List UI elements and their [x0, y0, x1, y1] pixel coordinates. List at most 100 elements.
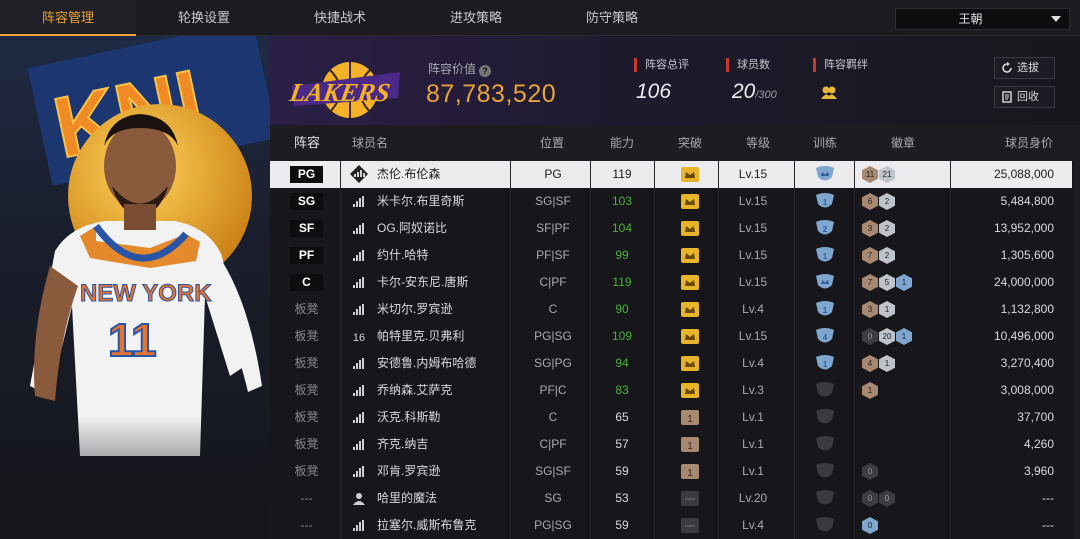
table-row[interactable]: SG 米卡尔.布里奇斯 SG|SF 103 Lv.15 1 6 2 5,484,800 — [270, 188, 1072, 215]
breakthrough-crown-icon[interactable] — [681, 302, 699, 317]
training-shield-icon[interactable]: 4 — [815, 327, 835, 346]
training-shield-icon[interactable]: 1 — [815, 246, 835, 265]
table-row[interactable]: C 卡尔-安东尼.唐斯 C|PF 119 Lv.15 7 5 1 24,000,000 — [270, 269, 1072, 296]
select-button[interactable]: 选拔 — [994, 57, 1055, 79]
player-name[interactable]: 沃克.科斯勒 — [377, 404, 440, 431]
team-select-dropdown[interactable]: 王朝 — [895, 8, 1070, 30]
breakthrough-crown-icon[interactable] — [681, 329, 699, 344]
table-row[interactable]: 板凳 16 帕特里克.贝弗利 PG|SG 109 Lv.15 4 0 20 1 10,496,000 — [270, 323, 1072, 350]
breakthrough-crown-icon[interactable] — [681, 167, 699, 182]
lineup-slot-badge[interactable]: C — [290, 274, 323, 291]
table-row[interactable]: 板凳 米切尔.罗宾逊 C 90 Lv.4 1 3 1 1,132,800 — [270, 296, 1072, 323]
table-row[interactable]: --- 拉塞尔.威斯布鲁克 PG|SG 59 Lv.4 0 --- — [270, 512, 1072, 539]
tab-defense-strategy[interactable]: 防守策略 — [544, 0, 680, 36]
badge-group[interactable]: 00 — [862, 490, 895, 507]
training-shield-icon[interactable]: 1 — [815, 192, 835, 211]
col-ability[interactable]: 能力 — [610, 125, 634, 161]
player-name[interactable]: 安德鲁.内姆布哈德 — [377, 350, 476, 377]
badge-icon: 0 — [862, 328, 878, 345]
training-shield-icon[interactable] — [815, 408, 835, 427]
lineup-slot-badge[interactable]: SG — [290, 193, 323, 210]
col-level[interactable]: 等级 — [746, 125, 770, 161]
training-shield-icon[interactable] — [815, 435, 835, 454]
training-shield-icon[interactable] — [815, 273, 835, 292]
breakthrough-level-icon[interactable]: 1 — [681, 437, 699, 452]
breakthrough-crown-icon[interactable] — [681, 275, 699, 290]
training-shield-icon[interactable]: 1 — [815, 354, 835, 373]
player-name[interactable]: 米切尔.罗宾逊 — [377, 296, 452, 323]
lineup-slot-badge[interactable]: SF — [290, 220, 323, 237]
col-player-value[interactable]: 球员身价 — [1005, 125, 1053, 161]
breakthrough-crown-icon[interactable] — [681, 383, 699, 398]
player-name[interactable]: 帕特里克.贝弗利 — [377, 323, 464, 350]
lineup-slot-label[interactable]: 板凳 — [290, 431, 323, 458]
player-name[interactable]: OG.阿奴诺比 — [377, 215, 447, 242]
table-row[interactable]: 板凳 安德鲁.内姆布哈德 SG|PG 94 Lv.4 1 4 1 3,270,400 — [270, 350, 1072, 377]
training-shield-icon[interactable] — [815, 489, 835, 508]
player-name[interactable]: 约什.哈特 — [377, 242, 428, 269]
player-name[interactable]: 邓肯.罗宾逊 — [377, 458, 440, 485]
training-shield-icon[interactable] — [815, 381, 835, 400]
table-row[interactable]: 板凳 邓肯.罗宾逊 SG|SF 59 1 Lv.1 0 3,960 — [270, 458, 1072, 485]
lineup-slot-label[interactable]: 板凳 — [290, 350, 323, 377]
col-breakthrough[interactable]: 突破 — [678, 125, 702, 161]
badge-group[interactable]: 62 — [862, 193, 895, 210]
badge-group[interactable]: 1 — [862, 382, 878, 399]
player-name[interactable]: 拉塞尔.威斯布鲁克 — [377, 512, 476, 539]
player-name[interactable]: 乔纳森.艾萨克 — [377, 377, 452, 404]
lineup-slot-label[interactable]: 板凳 — [290, 296, 323, 323]
badge-group[interactable]: 11 21 — [862, 166, 895, 183]
badge-group[interactable]: 751 — [862, 274, 912, 291]
tab-offense-strategy[interactable]: 进攻策略 — [408, 0, 544, 36]
tab-quick-tactics[interactable]: 快捷战术 — [272, 0, 408, 36]
tab-rotation-settings[interactable]: 轮换设置 — [136, 0, 272, 36]
badge-group[interactable]: 72 — [862, 247, 895, 264]
table-scrollbar[interactable] — [1074, 161, 1080, 539]
table-row[interactable]: 板凳 齐克.纳吉 C|PF 57 1 Lv.1 4,260 — [270, 431, 1072, 458]
training-shield-icon[interactable]: 1 — [815, 300, 835, 319]
breakthrough-crown-icon[interactable] — [681, 194, 699, 209]
breakthrough-locked-icon[interactable] — [681, 491, 699, 506]
lineup-slot-badge[interactable]: PG — [290, 166, 323, 183]
breakthrough-crown-icon[interactable] — [681, 356, 699, 371]
training-shield-icon[interactable] — [815, 165, 835, 184]
badge-group[interactable]: 32 — [862, 220, 895, 237]
training-shield-icon[interactable] — [815, 462, 835, 481]
col-training[interactable]: 训练 — [813, 125, 837, 161]
tab-lineup-management[interactable]: 阵容管理 — [0, 0, 136, 36]
lineup-slot-label[interactable]: 板凳 — [290, 377, 323, 404]
player-name[interactable]: 哈里的魔法 — [377, 485, 437, 512]
lineup-slot-label[interactable]: 板凳 — [290, 404, 323, 431]
lineup-slot-label[interactable]: --- — [290, 485, 323, 512]
table-row[interactable]: --- 哈里的魔法 SG 53 Lv.20 0 0 --- — [270, 485, 1072, 512]
lineup-slot-badge[interactable]: PF — [290, 247, 323, 264]
player-name[interactable]: 杰伦.布伦森 — [377, 161, 440, 188]
breakthrough-level-icon[interactable]: 1 — [681, 410, 699, 425]
breakthrough-crown-icon[interactable] — [681, 221, 699, 236]
table-row[interactable]: SF OG.阿奴诺比 SF|PF 104 Lv.15 2 3 2 13,952,000 — [270, 215, 1072, 242]
breakthrough-locked-icon[interactable] — [681, 518, 699, 533]
training-shield-icon[interactable] — [815, 516, 835, 535]
breakthrough-level-icon[interactable]: 1 — [681, 464, 699, 479]
breakthrough-crown-icon[interactable] — [681, 248, 699, 263]
help-icon[interactable]: ? — [479, 65, 492, 77]
badge-group[interactable]: 0 20 1 — [862, 328, 912, 345]
lineup-bond-icon[interactable] — [820, 84, 838, 102]
badge-group[interactable]: 0 — [862, 463, 878, 480]
lineup-slot-label[interactable]: 板凳 — [290, 458, 323, 485]
recycle-button[interactable]: 回收 — [994, 86, 1055, 108]
lineup-slot-label[interactable]: --- — [290, 512, 323, 539]
table-row[interactable]: 板凳 乔纳森.艾萨克 PF|C 83 Lv.3 1 3,008,000 — [270, 377, 1072, 404]
player-name[interactable]: 米卡尔.布里奇斯 — [377, 188, 464, 215]
table-row[interactable]: 板凳 沃克.科斯勒 C 65 1 Lv.1 37,700 — [270, 404, 1072, 431]
col-badges[interactable]: 徽章 — [891, 125, 915, 161]
training-shield-icon[interactable]: 2 — [815, 219, 835, 238]
table-row[interactable]: PG 杰伦.布伦森 PG 119 Lv.15 11 21 25,088,000 — [270, 161, 1072, 188]
table-row[interactable]: PF 约什.哈特 PF|SF 99 Lv.15 1 7 2 1,305,600 — [270, 242, 1072, 269]
badge-group[interactable]: 41 — [862, 355, 895, 372]
player-name[interactable]: 齐克.纳吉 — [377, 431, 428, 458]
lineup-slot-label[interactable]: 板凳 — [290, 323, 323, 350]
player-name[interactable]: 卡尔-安东尼.唐斯 — [377, 269, 468, 296]
badge-group[interactable]: 0 — [862, 517, 878, 534]
badge-group[interactable]: 31 — [862, 301, 895, 318]
